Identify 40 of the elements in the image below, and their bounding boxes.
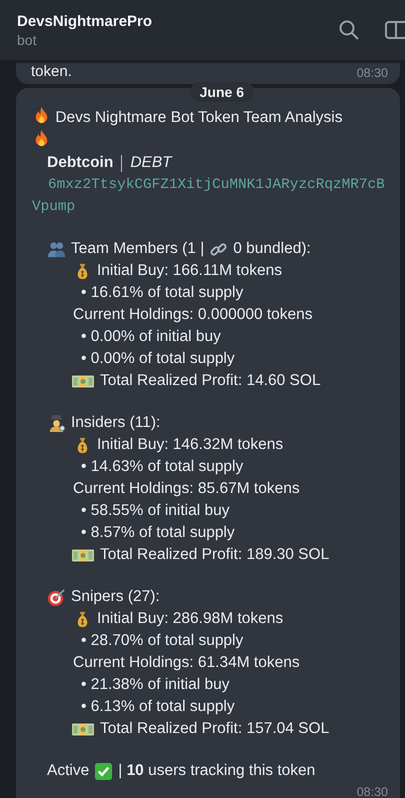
sidebar-toggle-icon[interactable]: [383, 18, 405, 42]
initial-buy-share: • 21.38% of initial buy: [81, 676, 230, 693]
current-holdings: Current Holdings: 85.67M tokens: [73, 480, 300, 497]
status-label: Active: [47, 761, 90, 781]
date-separator: June 6: [190, 82, 254, 102]
chat-title: DevsNightmarePro: [17, 12, 154, 30]
detective-icon: [47, 414, 66, 432]
current-holdings: Current Holdings: 61.34M tokens: [73, 654, 300, 671]
token-symbol: DEBT: [130, 153, 172, 173]
message-title: Devs Nightmare Bot Token Team Analysis: [55, 109, 342, 126]
chat-subtitle: bot: [17, 32, 38, 48]
supply-share: • 28.70% of total supply: [81, 632, 244, 649]
tracking-text: | 10 users tracking this token: [118, 761, 316, 781]
initial-buy: Initial Buy: 146.32M tokens: [97, 435, 284, 455]
current-holdings: Current Holdings: 0.000000 tokens: [73, 306, 313, 323]
token-address[interactable]: 6mxz2TtsykCGFZ1XitjCuMNK1JARyzcRqzMR7cBVpump: [32, 174, 388, 218]
realized-profit: Total Realized Profit: 157.04 SOL: [100, 719, 330, 739]
supply-share: • 0.00% of total supply: [81, 350, 235, 367]
initial-buy-share: • 58.55% of initial buy: [81, 502, 230, 519]
message-time: 08:30: [356, 784, 388, 798]
realized-profit: Total Realized Profit: 189.30 SOL: [100, 545, 330, 565]
supply-share: • 6.13% of total supply: [81, 698, 235, 715]
initial-buy: Initial Buy: 286.98M tokens: [97, 609, 284, 629]
bundled-count: 0 bundled):: [233, 239, 311, 259]
section-heading: Insiders (11):: [71, 413, 160, 433]
people-icon: [47, 240, 66, 258]
check-mark-icon: [94, 762, 114, 780]
section-heading: Snipers (27):: [71, 587, 160, 607]
initial-buy-share: • 0.00% of initial buy: [81, 328, 221, 345]
message-text: token.: [31, 63, 72, 80]
initial-buy: Initial Buy: 166.11M tokens: [97, 261, 282, 281]
message-time: 08:30: [356, 66, 388, 80]
token-name: Debtcoin: [47, 153, 114, 173]
supply-share: • 16.61% of total supply: [81, 284, 244, 301]
target-icon: [47, 588, 66, 606]
supply-share: • 14.63% of total supply: [81, 458, 244, 475]
search-icon[interactable]: [337, 18, 361, 42]
supply-share: • 8.57% of total supply: [81, 524, 235, 541]
section-heading: Team Members (1 |: [71, 239, 204, 259]
realized-profit: Total Realized Profit: 14.60 SOL: [100, 371, 321, 391]
